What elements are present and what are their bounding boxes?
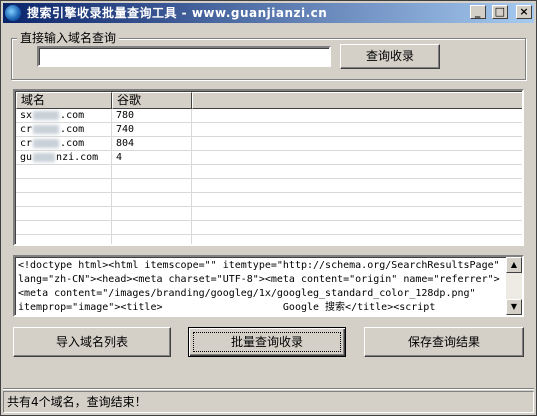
domain-prefix: cr	[20, 124, 33, 135]
domain-cell: gu nzi.com	[16, 151, 112, 164]
redacted-text	[33, 124, 60, 134]
table-row[interactable]: gu nzi.com 4	[16, 151, 522, 165]
close-button[interactable]: ×	[516, 5, 532, 19]
google-count-cell: 4	[116, 152, 123, 163]
google-count-cell: 804	[116, 138, 135, 149]
arrow-down-icon[interactable]: ▼	[506, 299, 522, 315]
redacted-text	[33, 110, 60, 120]
result-list-header: 域名 谷歌	[16, 92, 522, 109]
column-header-filler	[192, 92, 522, 109]
html-line: itemprop="image"><title> Google 搜索</titl…	[18, 302, 436, 313]
domain-prefix: gu	[20, 152, 33, 163]
focus-rectangle	[193, 332, 341, 352]
column-header-domain[interactable]: 域名	[16, 92, 112, 109]
domain-prefix: cr	[20, 138, 33, 149]
domain-cell: cr .com	[16, 137, 112, 150]
column-label-domain: 域名	[21, 93, 46, 107]
html-line: <!doctype html><html itemscope="" itemty…	[18, 260, 500, 271]
empty-row	[16, 235, 522, 244]
arrow-up-icon[interactable]: ▲	[506, 257, 522, 273]
domain-input[interactable]	[37, 46, 331, 67]
window-controls: _ □ ×	[468, 5, 532, 21]
status-bar: 共有4个域名，查询结束！	[3, 391, 534, 413]
save-results-button-label: 保存查询结果	[407, 335, 480, 349]
vertical-scrollbar[interactable]: ▲ ▼	[506, 257, 522, 315]
table-row[interactable]: cr .com 804	[16, 137, 522, 151]
table-row[interactable]: cr .com 740	[16, 123, 522, 137]
import-list-button[interactable]: 导入域名列表	[13, 327, 171, 357]
app-window: 搜索引擎收录批量查询工具 - www.guanjianzi.cn _ □ × 直…	[0, 0, 537, 416]
status-divider	[3, 388, 534, 390]
query-button-label: 查询收录	[365, 49, 414, 63]
domain-cell: sx .com	[16, 109, 112, 122]
table-row[interactable]: sx .com 780	[16, 109, 522, 123]
minimize-button[interactable]: _	[469, 5, 486, 19]
batch-query-button[interactable]: 批量查询收录	[188, 327, 346, 357]
domain-input-group-label: 直接输入域名查询	[17, 31, 120, 45]
maximize-button[interactable]: □	[491, 5, 508, 19]
redacted-text	[33, 138, 60, 148]
empty-row	[16, 193, 522, 207]
html-output-textarea[interactable]: <!doctype html><html itemscope="" itemty…	[13, 255, 524, 317]
redacted-text	[33, 152, 56, 162]
globe-icon	[5, 5, 21, 21]
google-count-cell: 740	[116, 124, 135, 135]
import-list-button-label: 导入域名列表	[55, 335, 128, 349]
html-output-text: <!doctype html><html itemscope="" itemty…	[18, 259, 503, 315]
google-count-cell: 780	[116, 110, 135, 121]
domain-suffix: nzi.com	[56, 152, 99, 163]
title-bar[interactable]: 搜索引擎收录批量查询工具 - www.guanjianzi.cn _ □ ×	[3, 3, 534, 23]
column-header-google[interactable]: 谷歌	[112, 92, 192, 109]
empty-row	[16, 207, 522, 221]
column-label-google: 谷歌	[117, 93, 142, 107]
domain-suffix: .com	[60, 124, 85, 135]
result-rows: sx .com 780 cr .com 740 cr .com 804 gu nzi.c…	[16, 109, 522, 244]
window-title: 搜索引擎收录批量查询工具 - www.guanjianzi.cn	[27, 6, 328, 20]
domain-suffix: .com	[60, 138, 85, 149]
domain-cell: cr .com	[16, 123, 112, 136]
query-button[interactable]: 查询收录	[340, 44, 440, 69]
empty-row	[16, 179, 522, 193]
empty-row	[16, 165, 522, 179]
status-text: 共有4个域名，查询结束！	[7, 395, 147, 409]
empty-row	[16, 221, 522, 235]
result-list[interactable]: 域名 谷歌 sx .com 780 cr .com 740 cr .com 804 g…	[13, 89, 524, 246]
html-line: lang="zh-CN"><head><meta charset="UTF-8"…	[18, 274, 500, 285]
domain-prefix: sx	[20, 110, 33, 121]
html-line: <meta content="/images/branding/googleg/…	[18, 288, 476, 299]
domain-suffix: .com	[60, 110, 85, 121]
save-results-button[interactable]: 保存查询结果	[364, 327, 524, 357]
